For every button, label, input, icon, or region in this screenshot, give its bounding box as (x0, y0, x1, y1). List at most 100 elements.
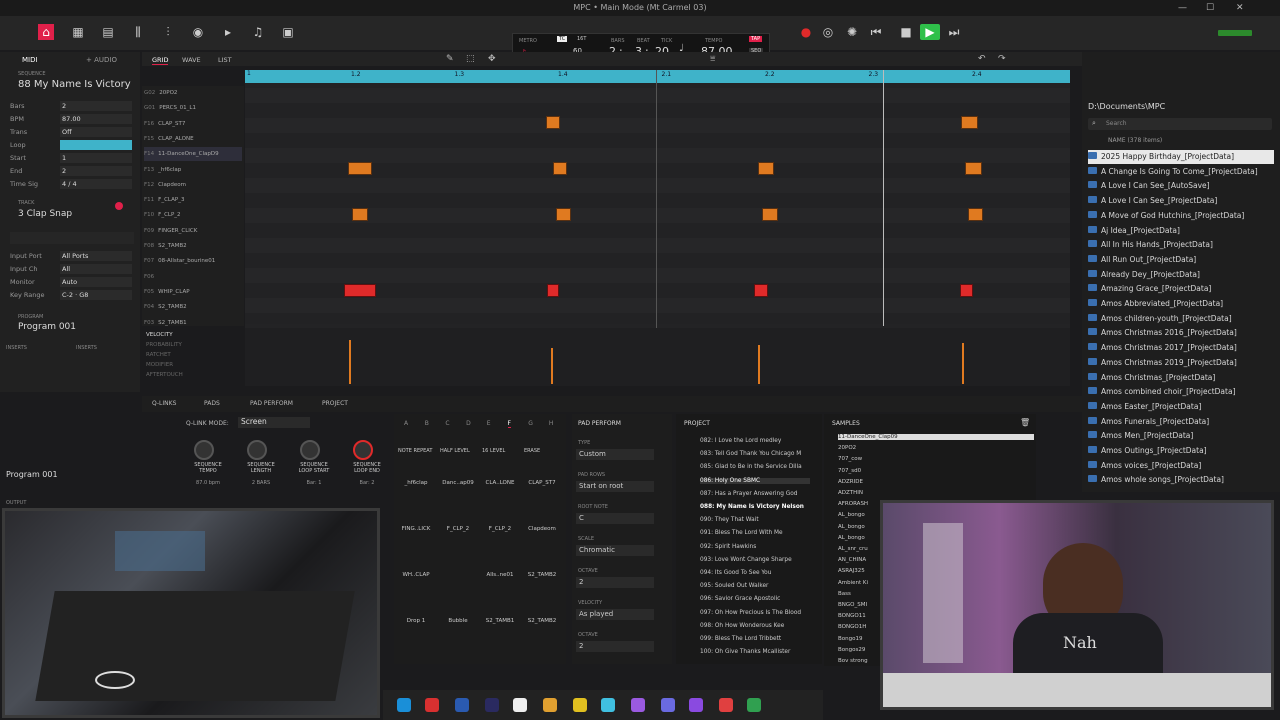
browser-item[interactable]: Amos Abbreviated_[ProjectData] (1088, 297, 1223, 311)
note[interactable] (553, 162, 567, 175)
pad[interactable]: F_CLP_2 (480, 526, 520, 532)
sample-item[interactable]: AFRORASH (838, 501, 868, 507)
project-item[interactable]: 095: Souled Out Walker (700, 583, 768, 589)
track-row[interactable]: G01 PERCS_01_L1 (144, 101, 242, 115)
project-item[interactable]: 083: Tell God Thank You Chicago M (700, 451, 801, 457)
sample-item[interactable]: AL_bongo (838, 535, 865, 541)
param-value[interactable] (60, 140, 132, 150)
browser-item[interactable]: A Change Is Going To Come_[ProjectData] (1088, 165, 1258, 179)
sample-item[interactable]: AL_snr_cru (838, 546, 868, 552)
track-param-value[interactable]: C-2 · G8 (60, 290, 132, 300)
sample-item[interactable]: 11-DanceOne_Clap09 (838, 434, 1034, 440)
note[interactable] (758, 162, 774, 175)
browser-item[interactable]: Aj Idea_[ProjectData] (1088, 224, 1180, 238)
project-item[interactable]: 085: Glad to Be in the Service Dilla (700, 464, 802, 470)
browser-item[interactable]: Amos Easter_[ProjectData] (1088, 400, 1201, 414)
perform-select[interactable]: 2 (576, 641, 654, 652)
project-item[interactable]: 087: Has a Prayer Answering God (700, 491, 797, 497)
track-row[interactable]: F05 WHIP_CLAP (144, 285, 242, 299)
minimize-icon[interactable]: — (1178, 0, 1187, 16)
note[interactable] (547, 284, 559, 297)
pad-mode-button[interactable]: ERASE (524, 448, 540, 454)
lane-label[interactable]: PROBABILITY (146, 342, 182, 348)
pad-mode-button[interactable]: 16 LEVEL (482, 448, 505, 454)
project-item[interactable]: 100: Oh Give Thanks Mcallister (700, 649, 790, 655)
browser-item[interactable]: Amos Christmas 2019_[ProjectData] (1088, 356, 1237, 370)
trash-icon[interactable]: 🗑 (1020, 418, 1030, 427)
playhead[interactable] (883, 70, 884, 326)
program-name[interactable]: Program 001 (18, 322, 76, 332)
pad[interactable]: CLAP_ST7 (522, 480, 562, 486)
tab-pads[interactable]: PADS (204, 400, 220, 407)
pad[interactable]: CLA..LONE (480, 480, 520, 486)
sample-item[interactable]: ADZRIDE (838, 479, 863, 485)
pad[interactable]: S2_TAMB2 (522, 572, 562, 578)
sample-item[interactable]: Bongo19 (838, 636, 862, 642)
close-icon[interactable]: ✕ (1236, 0, 1244, 16)
sample-item[interactable]: Ambient Ki (838, 580, 868, 586)
browser-item[interactable]: A Love I Can See_[AutoSave] (1088, 179, 1210, 193)
project-item[interactable]: 094: Its Good To See You (700, 570, 771, 576)
param-value[interactable]: 87.00 (60, 114, 132, 124)
project-item[interactable]: 092: Spirit Hawkins (700, 544, 756, 550)
track-row[interactable]: F07 08-Allstar_bourine01 (144, 254, 242, 268)
tc-label[interactable]: TC (557, 36, 568, 42)
track-row[interactable]: F15 CLAP_ALONE (144, 132, 242, 146)
velocity-bar[interactable] (758, 345, 760, 384)
project-item[interactable]: 098: Oh How Wonderous Kee (700, 623, 784, 629)
app-icon[interactable] (573, 698, 587, 712)
home-icon[interactable]: ⌂ (38, 24, 54, 40)
pad[interactable]: Clapdeom (522, 526, 562, 532)
browser-item[interactable]: Amazing Grace_[ProjectData] (1088, 282, 1211, 296)
pad[interactable]: Alls..ne01 (480, 572, 520, 578)
app-icon[interactable] (631, 698, 645, 712)
velocity-bar[interactable] (962, 343, 964, 384)
sample-item[interactable]: Bass (838, 591, 851, 597)
note[interactable] (754, 284, 768, 297)
matrix-icon[interactable]: ▣ (280, 24, 296, 40)
project-item[interactable]: 091: Bless The Lord With Me (700, 530, 783, 536)
sample-item[interactable]: Bov strong (838, 658, 868, 664)
browser-item[interactable]: 2025 Happy Birthday_[ProjectData] (1088, 150, 1274, 164)
browser-item[interactable]: Amos children-youth_[ProjectData] (1088, 312, 1232, 326)
stop-start-icon[interactable]: ⏮ (868, 24, 884, 40)
track-row[interactable]: F09 FINGER_CLICK (144, 224, 242, 238)
qlink-knob[interactable] (247, 440, 267, 460)
browser-item[interactable]: Amos Christmas_[ProjectData] (1088, 371, 1215, 385)
channel-icon[interactable]: ⫶ (160, 24, 176, 40)
track-param-value[interactable]: Auto (60, 277, 132, 287)
perform-select[interactable]: As played (576, 609, 654, 620)
mixer-icon[interactable]: ⫼ (130, 24, 146, 40)
browser-item[interactable]: Amos voices_[ProjectData] (1088, 459, 1201, 473)
play-icon[interactable]: ▸ (220, 24, 236, 40)
velocity-lane[interactable] (245, 328, 1070, 386)
app-icon[interactable] (543, 698, 557, 712)
pencil-icon[interactable]: ✎ (446, 54, 454, 64)
lane-label[interactable]: AFTERTOUCH (146, 372, 183, 378)
note[interactable] (344, 284, 376, 297)
app-icon[interactable] (601, 698, 615, 712)
browser-icon[interactable]: ▤ (100, 24, 116, 40)
pad-bank-tab[interactable]: A (404, 420, 408, 427)
note[interactable] (968, 208, 983, 221)
track-param-value[interactable]: All (60, 264, 132, 274)
redo-icon[interactable]: ↷ (998, 54, 1006, 64)
track-row[interactable]: F10 F_CLP_2 (144, 208, 242, 222)
param-value[interactable]: 1 (60, 153, 132, 163)
note[interactable] (546, 116, 560, 129)
pad[interactable]: Bubble (438, 618, 478, 624)
browser-item[interactable]: Amos combined choir_[ProjectData] (1088, 385, 1236, 399)
note[interactable] (960, 284, 973, 297)
tab-wave[interactable]: WAVE (182, 56, 201, 64)
pad-bank-tab[interactable]: C (445, 420, 449, 427)
track-row[interactable]: F04 S2_TAMB2 (144, 300, 242, 314)
browser-item[interactable]: A Love I Can See_[ProjectData] (1088, 194, 1217, 208)
pad-bank-tab[interactable]: F (507, 420, 511, 428)
qlink-knob[interactable] (194, 440, 214, 460)
note-icon[interactable]: ♫ (250, 24, 266, 40)
note[interactable] (352, 208, 368, 221)
note[interactable] (348, 162, 372, 175)
pad-bank-tab[interactable]: G (528, 420, 533, 427)
undo-icon[interactable]: ↶ (978, 54, 986, 64)
sample-item[interactable]: 707_cow (838, 456, 862, 462)
